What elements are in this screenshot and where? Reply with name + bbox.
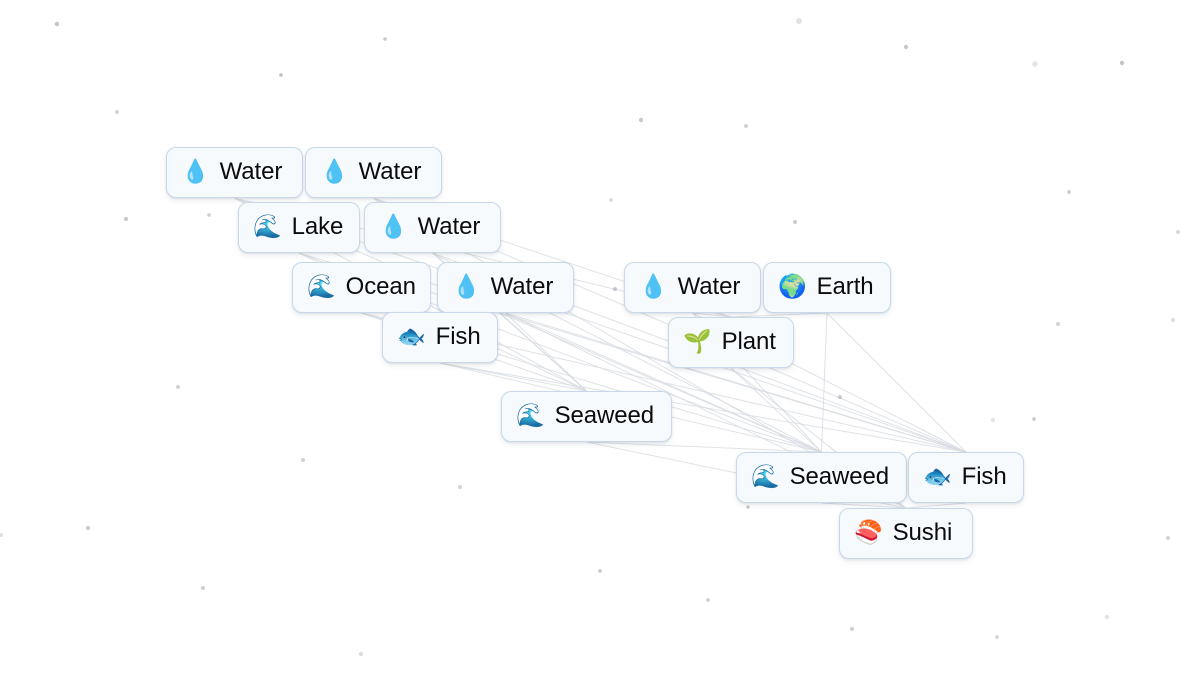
element-card-fish[interactable]: 🐟 Fish: [908, 452, 1024, 503]
element-card-label: Water: [219, 157, 283, 185]
fish-icon: 🐟: [923, 463, 952, 489]
wave-icon: 🌊: [253, 213, 282, 239]
water-drop-icon: 💧: [181, 158, 210, 184]
element-card-label: Water: [490, 272, 554, 300]
element-card-sushi[interactable]: 🍣 Sushi: [839, 508, 973, 559]
card-layer: 💧 Water 💧 Water 🌊 Lake 💧 Water 🌊 Ocean 💧 Water 💧 Wate…: [0, 0, 1200, 675]
globe-icon: 🌍: [778, 273, 807, 299]
element-card-label: Seaweed: [554, 401, 655, 429]
craft-board[interactable]: 💧 Water 💧 Water 🌊 Lake 💧 Water 🌊 Ocean 💧 Water 💧 Wate…: [0, 0, 1200, 675]
fish-icon: 🐟: [397, 323, 426, 349]
element-card-label: Water: [417, 212, 481, 240]
element-card-water[interactable]: 💧 Water: [437, 262, 574, 313]
element-card-label: Fish: [961, 462, 1007, 490]
element-card-label: Seaweed: [789, 462, 890, 490]
element-card-lake[interactable]: 🌊 Lake: [238, 202, 360, 253]
element-card-label: Lake: [291, 212, 344, 240]
water-drop-icon: 💧: [379, 213, 408, 239]
element-card-water[interactable]: 💧 Water: [364, 202, 501, 253]
water-drop-icon: 💧: [452, 273, 481, 299]
element-card-seaweed[interactable]: 🌊 Seaweed: [501, 391, 672, 442]
wave-icon: 🌊: [307, 273, 336, 299]
element-card-label: Sushi: [892, 518, 953, 546]
element-card-plant[interactable]: 🌱 Plant: [668, 317, 794, 368]
element-card-label: Plant: [721, 327, 776, 355]
element-card-label: Water: [358, 157, 422, 185]
element-card-label: Water: [677, 272, 741, 300]
water-drop-icon: 💧: [320, 158, 349, 184]
element-card-ocean[interactable]: 🌊 Ocean: [292, 262, 431, 313]
element-card-label: Ocean: [345, 272, 416, 300]
wave-icon: 🌊: [751, 463, 780, 489]
element-card-label: Fish: [435, 322, 481, 350]
element-card-water[interactable]: 💧 Water: [624, 262, 761, 313]
wave-icon: 🌊: [516, 402, 545, 428]
element-card-label: Earth: [816, 272, 874, 300]
seedling-icon: 🌱: [683, 328, 712, 354]
element-card-earth[interactable]: 🌍 Earth: [763, 262, 891, 313]
sushi-icon: 🍣: [854, 519, 883, 545]
element-card-fish[interactable]: 🐟 Fish: [382, 312, 498, 363]
water-drop-icon: 💧: [639, 273, 668, 299]
element-card-seaweed[interactable]: 🌊 Seaweed: [736, 452, 907, 503]
element-card-water[interactable]: 💧 Water: [305, 147, 442, 198]
element-card-water[interactable]: 💧 Water: [166, 147, 303, 198]
